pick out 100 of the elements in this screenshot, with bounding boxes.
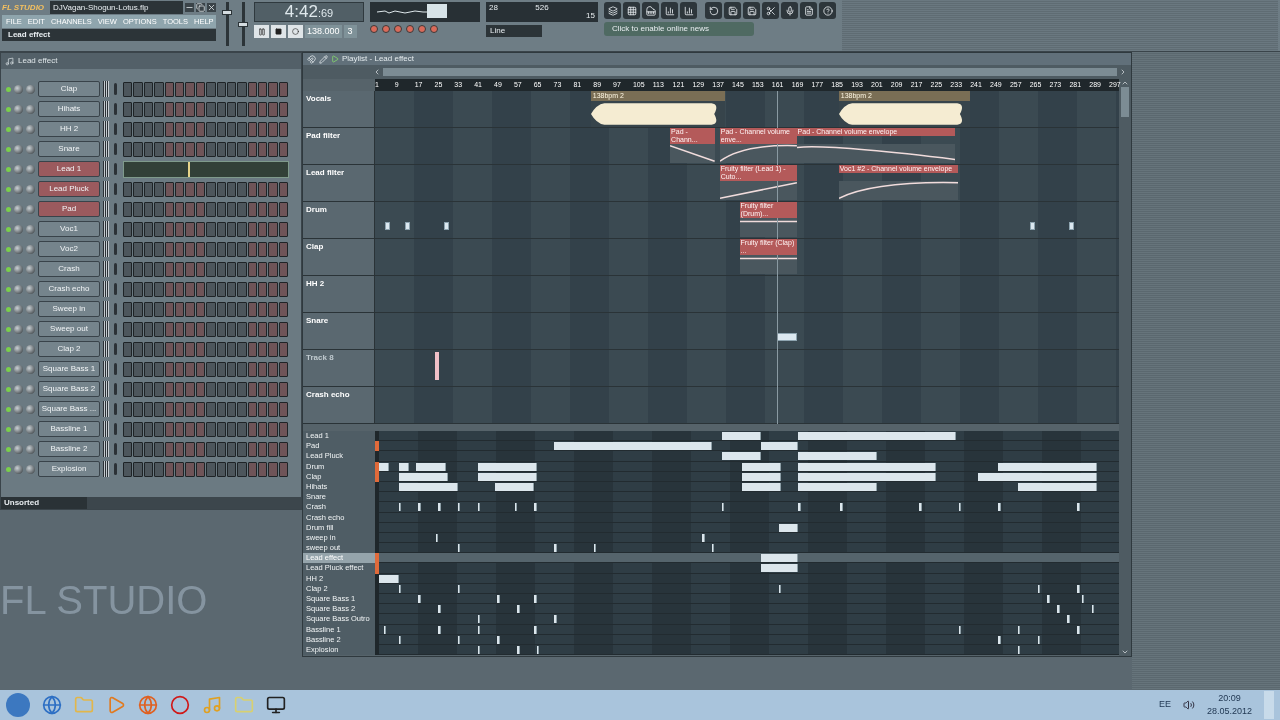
step-button[interactable] (133, 141, 143, 157)
view-button[interactable] (661, 2, 678, 19)
step-button[interactable] (174, 141, 185, 157)
scroll-down-icon[interactable] (1121, 648, 1129, 656)
step-button[interactable] (185, 221, 195, 237)
view-button[interactable] (604, 2, 621, 19)
track-name[interactable]: HH 2 (303, 276, 375, 312)
step-button[interactable] (237, 401, 247, 417)
step-button[interactable] (164, 421, 174, 437)
horizontal-scrollbar[interactable] (383, 68, 1117, 76)
step-button[interactable] (206, 241, 216, 257)
channel-button[interactable]: Voc1 (38, 221, 100, 237)
step-button[interactable] (174, 461, 185, 477)
step-button[interactable] (154, 141, 164, 157)
step-button[interactable] (258, 361, 268, 377)
step-button[interactable] (123, 181, 133, 197)
step-button[interactable] (195, 301, 206, 317)
toolbar-button[interactable] (781, 2, 798, 19)
step-button[interactable] (258, 201, 268, 217)
channel-button[interactable]: Explosion (38, 461, 100, 477)
channel-button[interactable]: Hihats (38, 101, 100, 117)
step-button[interactable] (216, 181, 226, 197)
step-button[interactable] (237, 341, 247, 357)
toolbar-button[interactable] (762, 2, 779, 19)
step-button[interactable] (133, 321, 143, 337)
step-button[interactable] (206, 321, 216, 337)
step-button[interactable] (247, 241, 258, 257)
step-button[interactable] (143, 321, 154, 337)
step-button[interactable] (237, 141, 247, 157)
step-button[interactable] (164, 221, 174, 237)
step-button[interactable] (216, 381, 226, 397)
step-button[interactable] (195, 241, 206, 257)
step-button[interactable] (133, 241, 143, 257)
step-button[interactable] (164, 121, 174, 137)
step-button[interactable] (174, 341, 185, 357)
step-button[interactable] (195, 321, 206, 337)
step-button[interactable] (247, 421, 258, 437)
led-icon[interactable] (6, 466, 11, 472)
step-button[interactable] (185, 121, 195, 137)
step-button[interactable] (154, 221, 164, 237)
step-button[interactable] (123, 141, 133, 157)
snap-icon[interactable] (307, 54, 316, 64)
step-button[interactable] (174, 321, 185, 337)
step-button[interactable] (206, 301, 216, 317)
step-button[interactable] (123, 401, 133, 417)
step-button[interactable] (206, 261, 216, 277)
step-button[interactable] (195, 381, 206, 397)
step-button[interactable] (226, 341, 237, 357)
news-button[interactable]: Click to enable online news (604, 22, 754, 36)
step-button[interactable] (247, 461, 258, 477)
step-button[interactable] (154, 321, 164, 337)
step-button[interactable] (237, 321, 247, 337)
step-button[interactable] (143, 301, 154, 317)
step-button[interactable] (226, 261, 237, 277)
restore-icon[interactable] (196, 3, 205, 12)
step-button[interactable] (247, 341, 258, 357)
step-button[interactable] (195, 421, 206, 437)
led-icon[interactable] (6, 146, 11, 152)
channel-button[interactable]: Square Bass ... (38, 401, 100, 417)
led-icon[interactable] (6, 206, 11, 212)
led-icon[interactable] (6, 306, 11, 312)
step-button[interactable] (143, 441, 154, 457)
step-button[interactable] (164, 201, 174, 217)
step-button[interactable] (174, 381, 185, 397)
step-button[interactable] (195, 101, 206, 117)
step-button[interactable] (154, 401, 164, 417)
monitor-icon[interactable] (266, 695, 286, 715)
step-button[interactable] (247, 141, 258, 157)
step-button[interactable] (185, 321, 195, 337)
step-button[interactable] (268, 361, 278, 377)
step-button[interactable] (216, 221, 226, 237)
led-icon[interactable] (6, 126, 11, 132)
track-name[interactable]: Track 8 (303, 350, 375, 386)
step-button[interactable] (185, 301, 195, 317)
step-button[interactable] (247, 81, 258, 97)
step-button[interactable] (216, 461, 226, 477)
step-button[interactable] (237, 121, 247, 137)
step-button[interactable] (237, 421, 247, 437)
step-button[interactable] (195, 221, 206, 237)
step-button[interactable] (268, 461, 278, 477)
step-button[interactable] (133, 201, 143, 217)
step-button[interactable] (133, 301, 143, 317)
step-button[interactable] (268, 301, 278, 317)
step-button[interactable] (216, 101, 226, 117)
led-icon[interactable] (6, 426, 11, 432)
step-button[interactable] (123, 461, 133, 477)
step-button[interactable] (206, 141, 216, 157)
led-icon[interactable] (6, 86, 11, 92)
step-button[interactable] (174, 261, 185, 277)
step-button[interactable] (278, 281, 289, 297)
step-button[interactable] (154, 441, 164, 457)
step-button[interactable] (195, 341, 206, 357)
step-button[interactable] (195, 441, 206, 457)
led-icon[interactable] (6, 226, 11, 232)
step-button[interactable] (174, 221, 185, 237)
step-button[interactable] (174, 201, 185, 217)
step-button[interactable] (268, 141, 278, 157)
channel-button[interactable]: Pad (38, 201, 100, 217)
step-button[interactable] (247, 381, 258, 397)
step-button[interactable] (154, 81, 164, 97)
